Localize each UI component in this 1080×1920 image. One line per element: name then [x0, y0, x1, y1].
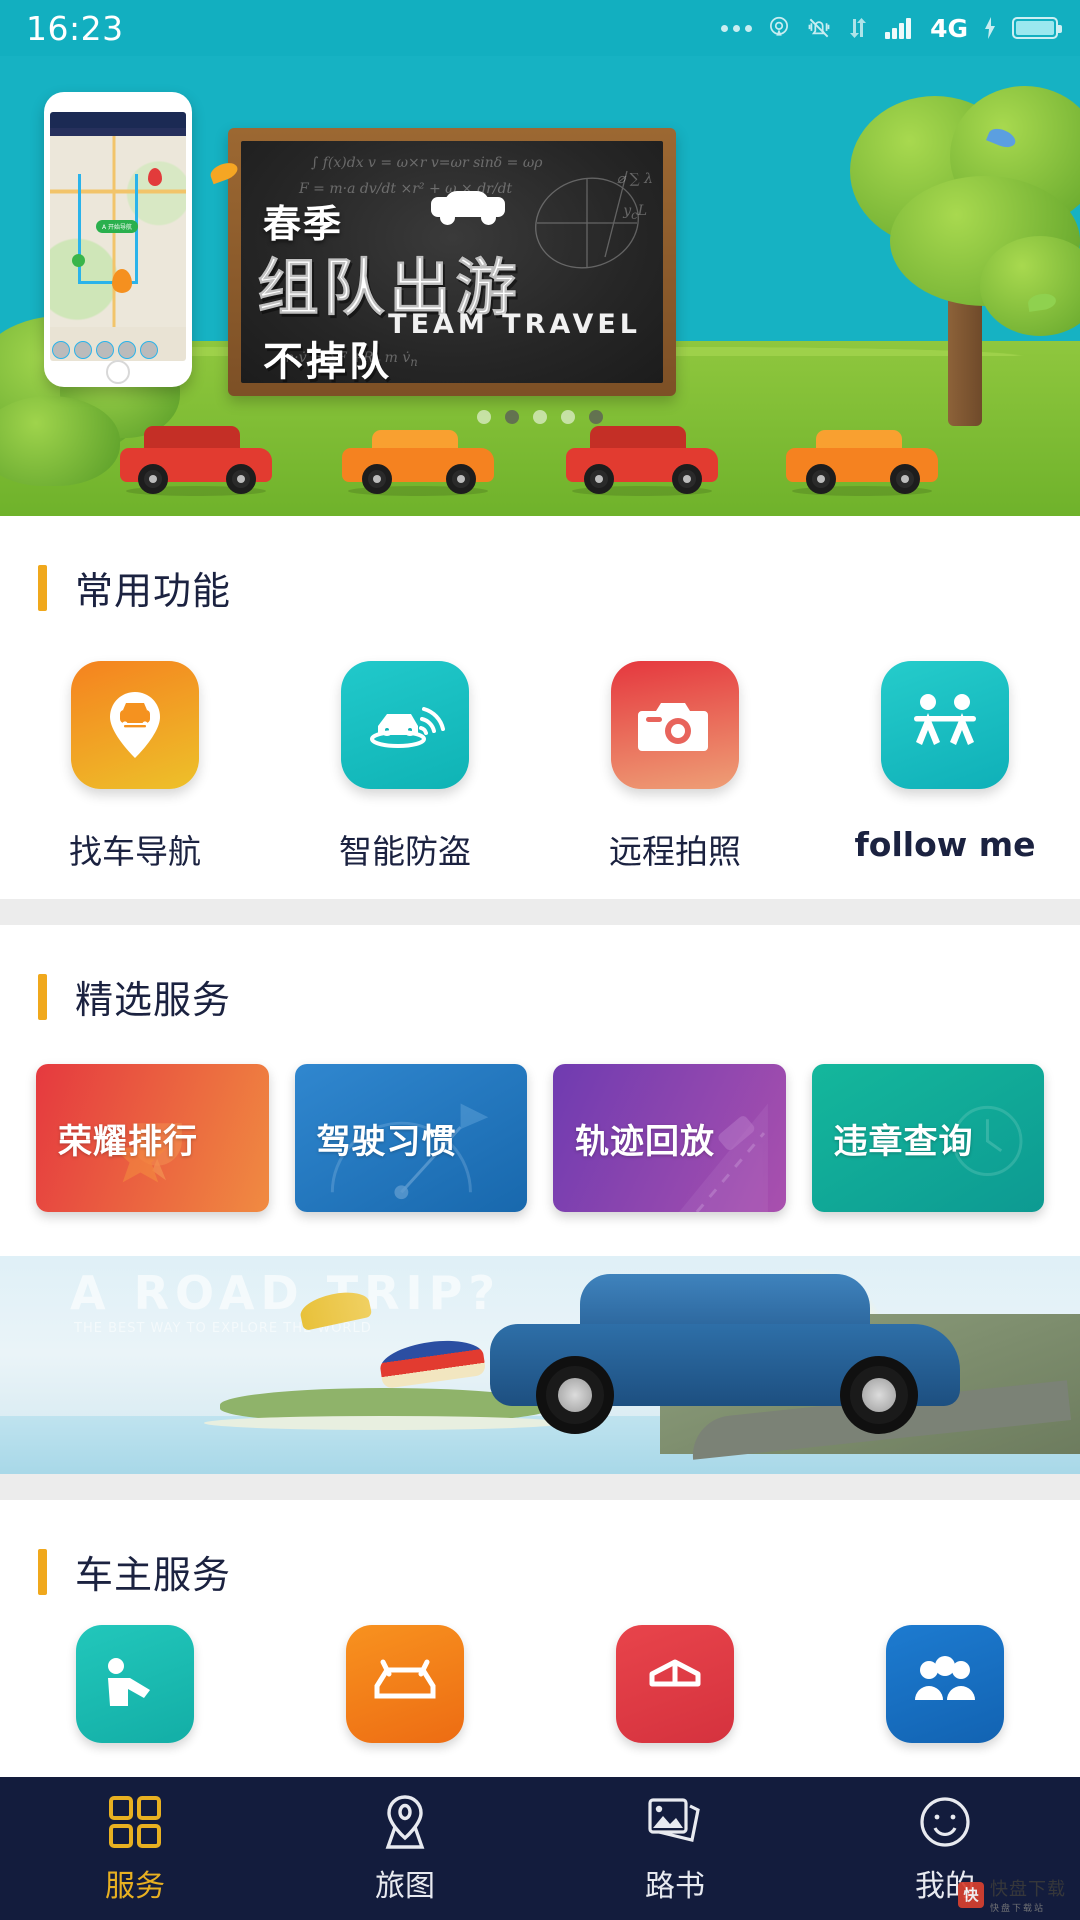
blackboard-graphic: ∫ f(x)dx v = ω×r v=ωr sinδ = ωρ F = m·a …: [228, 128, 676, 396]
tree-decoration: [830, 86, 1080, 426]
section-title-common: 常用功能: [75, 569, 232, 613]
battery-icon: [1012, 17, 1062, 39]
grid-squares-icon: [106, 1793, 164, 1851]
rescue-icon: [76, 1625, 194, 1743]
featured-services-cards: 荣耀排行 驾驶习惯 轨迹回放 违章查询: [0, 1024, 1080, 1256]
function-label: 找车导航: [69, 832, 201, 871]
banner-headline-en: TEAM TRAVEL: [388, 309, 641, 340]
section-accent-bar: [38, 564, 47, 611]
location-beacon-icon: [766, 15, 792, 41]
carousel-dot[interactable]: [589, 410, 603, 424]
carousel-dot[interactable]: [561, 410, 575, 424]
phone-mockup-graphic: A 开始导航: [44, 92, 192, 387]
nav-item-road-book[interactable]: 路书: [540, 1793, 810, 1905]
bottom-navigation-bar: 服务 旅图 路书 我的: [0, 1777, 1080, 1920]
service-card-violation-query[interactable]: 违章查询: [811, 1064, 1044, 1212]
function-item-remote-photo[interactable]: 远程拍照: [540, 661, 810, 873]
insurance-icon: [616, 1625, 734, 1743]
promo-title: A ROAD TRIP?: [70, 1266, 502, 1320]
function-item-find-car[interactable]: 找车导航: [0, 661, 270, 873]
function-label: 智能防盗: [339, 832, 471, 871]
nav-label: 路书: [645, 1868, 705, 1904]
camera-icon: [611, 661, 739, 789]
data-transfer-icon: [846, 16, 870, 40]
carousel-dot[interactable]: [477, 410, 491, 424]
section-accent-bar: [38, 1548, 47, 1595]
more-dots-icon: [721, 24, 753, 32]
owner-item-rescue[interactable]: [0, 1625, 270, 1743]
service-card-label: 轨迹回放: [575, 1121, 715, 1162]
owner-item-insurance[interactable]: [540, 1625, 810, 1743]
function-item-follow-me[interactable]: follow me: [810, 661, 1080, 873]
cars-decoration: [0, 412, 1080, 502]
section-divider: [0, 1474, 1080, 1500]
section-header-common: 常用功能: [0, 516, 1080, 615]
function-label: 远程拍照: [609, 832, 741, 871]
service-card-track-playback[interactable]: 轨迹回放: [553, 1064, 786, 1212]
section-title-featured: 精选服务: [75, 978, 232, 1022]
status-bar: 16:23 4G: [0, 0, 1080, 56]
section-header-owner: 车主服务: [0, 1500, 1080, 1599]
maintenance-icon: [346, 1625, 464, 1743]
status-clock: 16:23: [26, 8, 124, 48]
function-item-anti-theft[interactable]: 智能防盗: [270, 661, 540, 873]
nav-item-travel-map[interactable]: 旅图: [270, 1793, 540, 1905]
watermark-logo: 快: [958, 1881, 984, 1908]
signal-bars-icon: [884, 16, 916, 40]
owner-item-community[interactable]: [810, 1625, 1080, 1743]
car-signal-icon: [341, 661, 469, 789]
network-type-label: 4G: [930, 13, 968, 43]
owner-item-maintenance[interactable]: [270, 1625, 540, 1743]
watermark-name: 快盘下载: [990, 1879, 1066, 1900]
function-label: follow me: [854, 825, 1036, 864]
community-icon: [886, 1625, 1004, 1743]
chalk-car-icon: [431, 189, 505, 225]
section-divider: [0, 899, 1080, 925]
nav-label: 服务: [105, 1868, 165, 1904]
owner-services-grid: [0, 1599, 1080, 1743]
smiley-face-icon: [917, 1793, 973, 1851]
service-card-label: 荣耀排行: [58, 1121, 198, 1162]
paraglider-graphic: [377, 1334, 487, 1390]
promo-image-banner[interactable]: A ROAD TRIP? THE BEST WAY TO EXPLORE THE…: [0, 1256, 1080, 1474]
charging-bolt-icon: [982, 16, 998, 40]
photos-icon: [646, 1793, 704, 1851]
nav-item-services[interactable]: 服务: [0, 1793, 270, 1905]
carousel-dot[interactable]: [533, 410, 547, 424]
car-pin-icon: [71, 661, 199, 789]
service-card-driving-habits[interactable]: 驾驶习惯: [294, 1064, 527, 1212]
section-title-owner: 车主服务: [75, 1553, 232, 1597]
banner-headline-sub: 不掉队: [263, 339, 392, 383]
map-pin-icon: [377, 1793, 433, 1851]
mute-bell-icon: [806, 15, 832, 41]
carousel-dot-active[interactable]: [505, 410, 519, 424]
section-accent-bar: [38, 973, 47, 1020]
watermark-sub: 快盘下载站: [990, 1904, 1046, 1914]
follow-me-people-icon: [881, 661, 1009, 789]
carousel-dots[interactable]: [477, 410, 603, 424]
common-functions-grid: 找车导航 智能防盗 远程拍照 follow me: [0, 615, 1080, 899]
service-card-ranking[interactable]: 荣耀排行: [36, 1064, 269, 1212]
section-header-featured: 精选服务: [0, 925, 1080, 1024]
service-card-label: 违章查询: [833, 1121, 974, 1162]
suv-car-graphic: [490, 1274, 960, 1434]
site-watermark: 快 快盘下载 快盘下载站: [958, 1875, 1066, 1914]
promo-banner-carousel[interactable]: ∫ f(x)dx v = ω×r v=ωr sinδ = ωρ F = m·a …: [0, 56, 1080, 516]
nav-label: 旅图: [375, 1868, 435, 1904]
app-screen: 16:23 4G ∫ f(x)dx v = ω×r v=ωr sinδ = ωρ…: [0, 0, 1080, 1920]
status-icons: 4G: [721, 13, 1062, 43]
service-card-label: 驾驶习惯: [316, 1121, 457, 1162]
